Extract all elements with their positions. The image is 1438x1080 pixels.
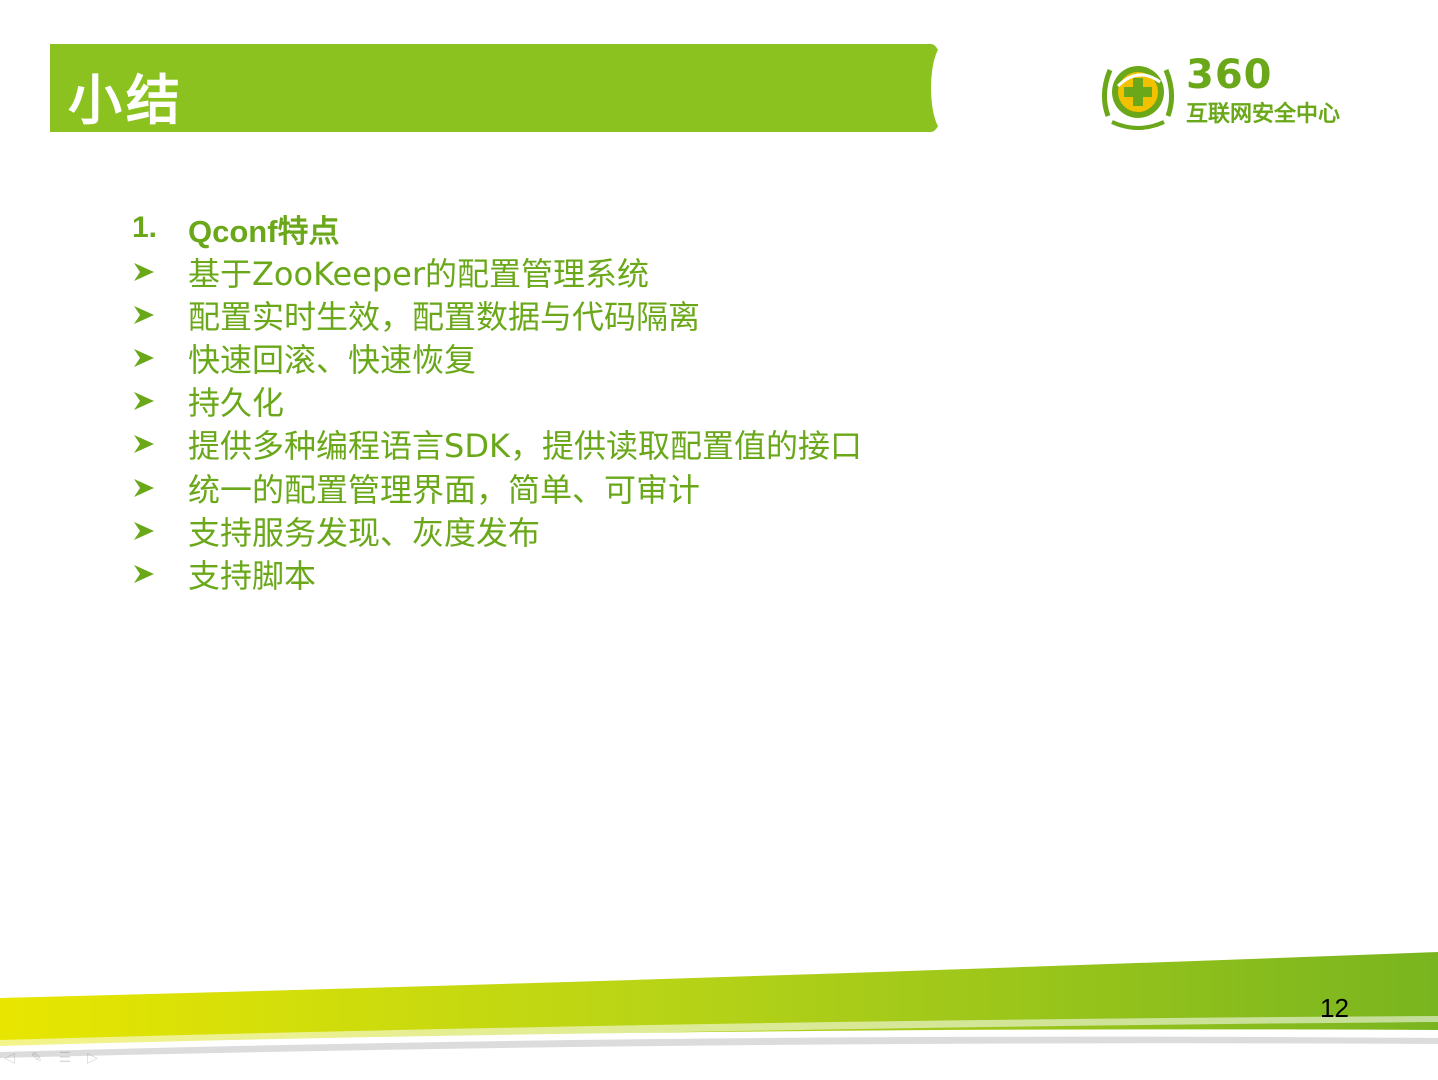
menu-icon[interactable]: ☰ bbox=[59, 1050, 72, 1066]
arrow-bullet-icon bbox=[132, 520, 188, 542]
section-heading: 1. Qconf特点 bbox=[132, 206, 862, 250]
slide-title: 小结 bbox=[68, 69, 184, 132]
arrow-bullet-icon bbox=[132, 433, 188, 455]
arrow-bullet-icon bbox=[132, 347, 188, 369]
bullet-item: 提供多种编程语言SDK，提供读取配置值的接口 bbox=[132, 423, 862, 466]
logo-number: 360 bbox=[1186, 52, 1273, 98]
heading-text: Qconf特点 bbox=[188, 213, 340, 249]
bullet-item: 快速回滚、快速恢复 bbox=[132, 336, 862, 379]
bullet-text: 支持脚本 bbox=[188, 556, 317, 595]
pen-icon[interactable]: ✎ bbox=[31, 1050, 43, 1066]
bullet-item: 支持脚本 bbox=[132, 552, 862, 595]
slideshow-nav-controls: ◁ ✎ ☰ ▷ bbox=[4, 1050, 98, 1066]
bullet-text: 提供多种编程语言SDK，提供读取配置值的接口 bbox=[188, 427, 862, 466]
bullet-item: 统一的配置管理界面，简单、可审计 bbox=[132, 466, 862, 509]
bottom-swoosh-decoration bbox=[0, 952, 1438, 1058]
next-slide-icon[interactable]: ▷ bbox=[87, 1050, 98, 1066]
bullet-text: 统一的配置管理界面，简单、可审计 bbox=[188, 470, 701, 509]
bullet-item: 持久化 bbox=[132, 380, 862, 423]
logo-name: 互联网安全中心 bbox=[1186, 102, 1341, 127]
bullet-text: 持久化 bbox=[188, 384, 285, 423]
slide-title-bar: 小结 bbox=[50, 44, 945, 132]
360-shield-logo-icon bbox=[1102, 66, 1174, 130]
arrow-bullet-icon bbox=[132, 563, 188, 585]
heading-number: 1. bbox=[132, 211, 158, 244]
bullet-text: 配置实时生效，配置数据与代码隔离 bbox=[188, 297, 701, 336]
page-number: 12 bbox=[1320, 993, 1349, 1023]
bullet-text: 快速回滚、快速恢复 bbox=[188, 340, 477, 379]
bullet-item: 配置实时生效，配置数据与代码隔离 bbox=[132, 293, 862, 336]
arrow-bullet-icon bbox=[132, 261, 188, 283]
arrow-bullet-icon bbox=[132, 477, 188, 499]
bullet-item: 基于ZooKeeper的配置管理系统 bbox=[132, 250, 862, 293]
slide-content: 1. Qconf特点 基于ZooKeeper的配置管理系统配置实时生效，配置数据… bbox=[132, 206, 862, 596]
previous-slide-icon[interactable]: ◁ bbox=[4, 1050, 15, 1066]
bullet-list: 基于ZooKeeper的配置管理系统配置实时生效，配置数据与代码隔离 快速回滚、快… bbox=[132, 250, 862, 596]
arrow-bullet-icon bbox=[132, 390, 188, 412]
logo: 360 互联网安全中心 bbox=[1098, 52, 1398, 132]
bullet-item: 支持服务发现、灰度发布 bbox=[132, 509, 862, 552]
bullet-text: 基于ZooKeeper的配置管理系统 bbox=[188, 254, 650, 293]
arrow-bullet-icon bbox=[132, 304, 188, 326]
bullet-text: 支持服务发现、灰度发布 bbox=[188, 513, 541, 552]
